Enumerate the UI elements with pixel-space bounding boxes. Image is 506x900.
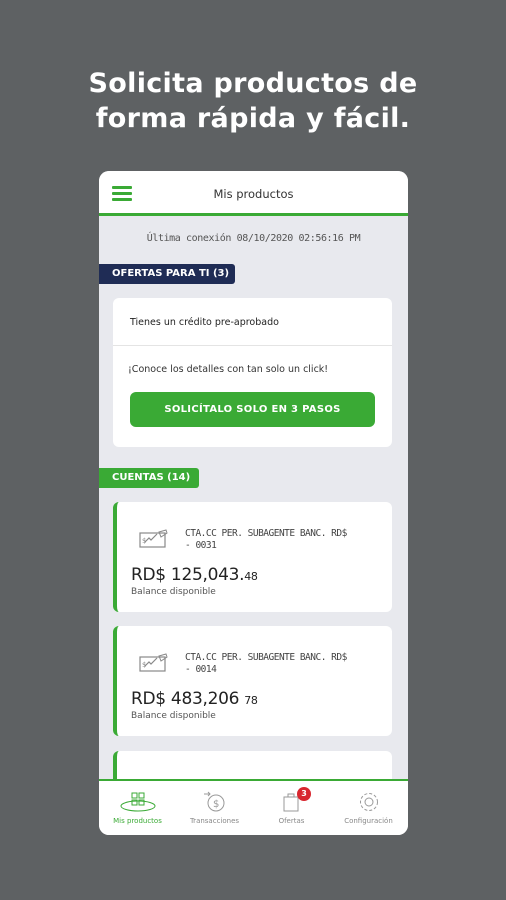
nav-item-offers[interactable]: 3 Ofertas [253, 781, 330, 835]
app-bar: Mis productos [99, 171, 408, 216]
offer-divider [113, 345, 392, 346]
promo-headline: Solicita productos de forma rápida y fác… [0, 66, 506, 136]
account-name: CTA.CC PER. SUBAGENTE BANC. RD$ - 0014 [185, 652, 347, 675]
check-document-icon: $ [139, 529, 168, 548]
nav-label: Mis productos [113, 817, 162, 825]
offers-badge: 3 [297, 787, 311, 801]
offer-card: Tienes un crédito pre-aprobado ¡Conoce l… [113, 298, 392, 447]
nav-item-products[interactable]: Mis productos [99, 781, 176, 835]
account-card[interactable]: $ CTA.CC PER. SUBAGENTE BANC. RD$ - 0031… [113, 502, 392, 612]
last-connection-text: Última conexión 08/10/2020 02:56:16 PM [146, 233, 361, 244]
apply-offer-button[interactable]: SOLICÍTALO SOLO EN 3 PASOS [130, 392, 375, 427]
nav-label: Configuración [344, 817, 393, 825]
nav-item-settings[interactable]: Configuración [330, 781, 407, 835]
svg-text:$: $ [142, 537, 146, 545]
balance-label: Balance disponible [131, 587, 216, 597]
offers-section-tag: OFERTAS PARA TI (3) [99, 264, 235, 284]
account-balance: RD$ 125,043.48 [131, 565, 258, 585]
nav-label: Transacciones [189, 817, 240, 825]
bottom-navigation: Mis productos $ Transacciones 3 Ofertas … [99, 779, 408, 835]
phone-screen: Mis productos Última conexión 08/10/2020… [99, 171, 408, 835]
offer-description: ¡Conoce los detalles con tan solo un cli… [128, 364, 329, 375]
offer-title: Tienes un crédito pre-aprobado [130, 317, 279, 328]
nav-item-transactions[interactable]: $ Transacciones [176, 781, 253, 835]
account-name: CTA.CC PER. SUBAGENTE BANC. RD$ - 0031 [185, 528, 347, 551]
account-card[interactable]: $ CTA.CC PER. SUBAGENTE BANC. RD$ - 0014… [113, 626, 392, 736]
headline-line-1: Solicita productos de [88, 68, 418, 99]
headline-line-2: forma rápida y fácil. [95, 103, 411, 134]
transactions-icon: $ [203, 791, 224, 812]
account-balance: RD$ 483,206 78 [131, 689, 258, 709]
svg-text:$: $ [142, 661, 146, 669]
settings-gear-icon [359, 793, 378, 811]
page-title: Mis productos [213, 187, 294, 201]
balance-label: Balance disponible [131, 711, 216, 721]
nav-label: Ofertas [278, 817, 305, 825]
svg-text:$: $ [213, 799, 219, 810]
products-icon [120, 792, 155, 812]
check-document-icon: $ [139, 653, 168, 672]
accounts-section-tag: CUENTAS (14) [99, 468, 199, 488]
